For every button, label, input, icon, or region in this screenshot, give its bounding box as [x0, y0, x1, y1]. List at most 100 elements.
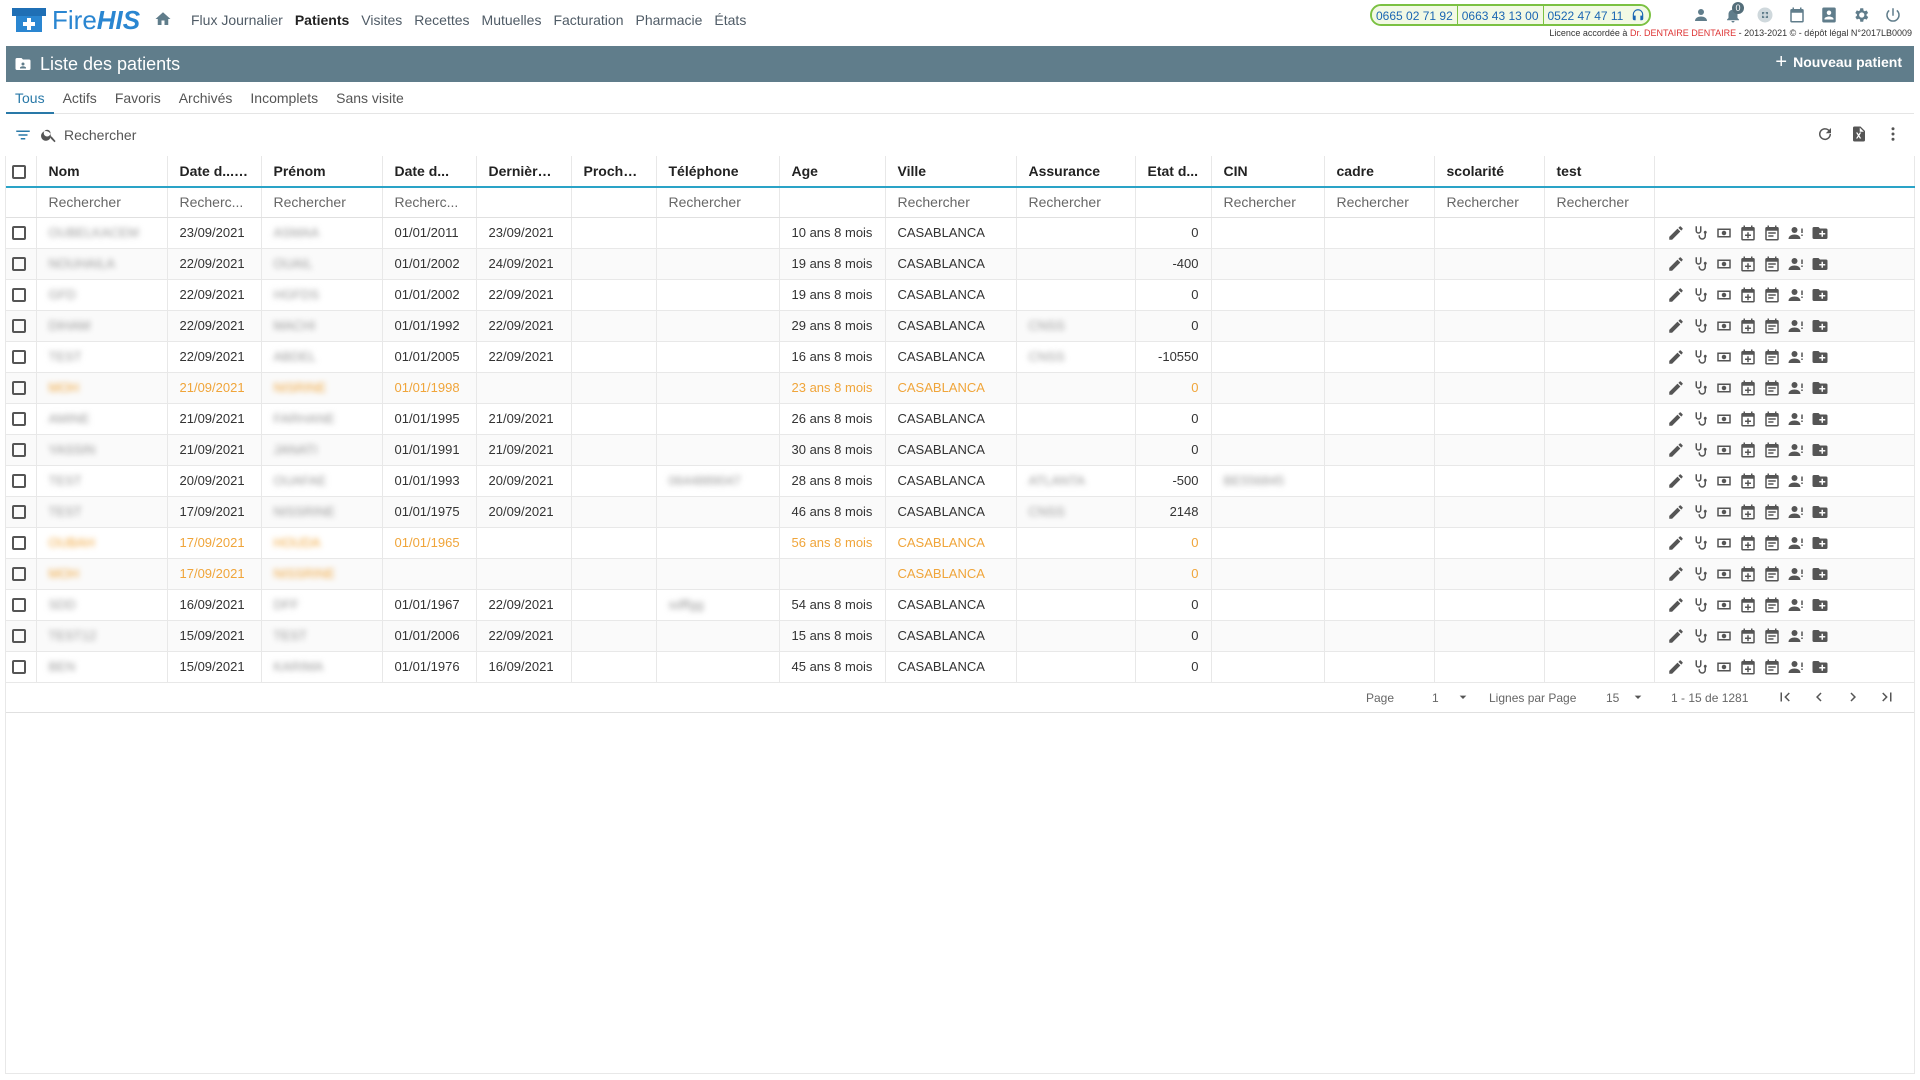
calendar-add-icon[interactable]: [1739, 255, 1757, 273]
column-filter-2[interactable]: Rechercher: [261, 187, 383, 218]
calendar-icon[interactable]: [1763, 410, 1781, 428]
stethoscope-icon[interactable]: [1691, 441, 1709, 459]
user-icon[interactable]: [1787, 503, 1805, 521]
edit-icon[interactable]: [1667, 596, 1685, 614]
row-checkbox[interactable]: [12, 257, 26, 272]
table-row[interactable]: TEST12 15/09/2021 TEST 01/01/2006 22/09/2021…: [6, 620, 1915, 651]
column-header-9[interactable]: Assurance: [1016, 156, 1136, 187]
payment-icon[interactable]: [1715, 472, 1733, 490]
more-vert-icon[interactable]: [1884, 125, 1902, 143]
calendar-add-icon[interactable]: [1739, 317, 1757, 335]
column-header-0[interactable]: Nom: [36, 156, 168, 187]
row-checkbox[interactable]: [12, 567, 26, 582]
calendar-add-icon[interactable]: [1739, 224, 1757, 242]
tab-0[interactable]: Tous: [6, 82, 54, 114]
calendar-icon[interactable]: [1763, 503, 1781, 521]
user-icon[interactable]: [1787, 627, 1805, 645]
column-header-4[interactable]: Dernière ...: [476, 156, 572, 187]
folder-add-icon[interactable]: [1811, 565, 1829, 583]
prev-page-icon[interactable]: [1810, 688, 1828, 706]
column-filter-9[interactable]: Rechercher: [1016, 187, 1136, 218]
edit-icon[interactable]: [1667, 410, 1685, 428]
table-row[interactable]: TEST 20/09/2021 OUAFAE 01/01/1993 20/09/2021…: [6, 465, 1915, 496]
headset-icon[interactable]: [1627, 6, 1650, 24]
edit-icon[interactable]: [1667, 441, 1685, 459]
user-icon[interactable]: [1787, 534, 1805, 552]
calendar-icon[interactable]: [1763, 348, 1781, 366]
tab-3[interactable]: Archivés: [170, 82, 242, 114]
column-header-14[interactable]: test: [1544, 156, 1655, 187]
first-page-icon[interactable]: [1776, 688, 1794, 706]
table-row[interactable]: OUBAH 17/09/2021 HOUDA 01/01/1965 56 ans 8 m…: [6, 527, 1915, 558]
nav-item-7[interactable]: États: [708, 12, 752, 28]
calendar-icon[interactable]: [1763, 286, 1781, 304]
select-all-checkbox[interactable]: [12, 165, 26, 180]
new-patient-button[interactable]: + Nouveau patient: [1775, 52, 1902, 72]
calendar-add-icon[interactable]: [1739, 534, 1757, 552]
refresh-icon[interactable]: [1816, 125, 1834, 143]
nav-item-1[interactable]: Patients: [289, 12, 355, 28]
table-row[interactable]: NOUHAILA 22/09/2021 OUAIL 01/01/2002 24/09/2…: [6, 248, 1915, 279]
tab-5[interactable]: Sans visite: [327, 82, 413, 114]
payment-icon[interactable]: [1715, 503, 1733, 521]
folder-add-icon[interactable]: [1811, 410, 1829, 428]
user-icon[interactable]: [1787, 379, 1805, 397]
power-icon[interactable]: [1882, 4, 1904, 26]
row-checkbox[interactable]: [12, 319, 26, 334]
calendar-icon[interactable]: [1763, 565, 1781, 583]
export-excel-icon[interactable]: [1850, 125, 1868, 143]
stethoscope-icon[interactable]: [1691, 503, 1709, 521]
calendar-icon[interactable]: [1763, 441, 1781, 459]
row-checkbox[interactable]: [12, 226, 26, 241]
payment-icon[interactable]: [1715, 658, 1733, 676]
column-header-12[interactable]: cadre: [1324, 156, 1435, 187]
calendar-icon[interactable]: [1786, 4, 1808, 26]
user-icon[interactable]: [1787, 658, 1805, 676]
calendar-add-icon[interactable]: [1739, 627, 1757, 645]
column-header-1[interactable]: Date d...: [167, 156, 262, 187]
stethoscope-icon[interactable]: [1691, 472, 1709, 490]
contacts-icon[interactable]: [1818, 4, 1840, 26]
row-checkbox[interactable]: [12, 505, 26, 520]
payment-icon[interactable]: [1715, 317, 1733, 335]
payment-icon[interactable]: [1715, 441, 1733, 459]
column-header-10[interactable]: Etat d...: [1135, 156, 1212, 187]
table-row[interactable]: OUBELKACEM 23/09/2021 ASMAA 01/01/2011 23/09…: [6, 217, 1915, 248]
calendar-add-icon[interactable]: [1739, 379, 1757, 397]
calendar-icon[interactable]: [1763, 224, 1781, 242]
calendar-icon[interactable]: [1763, 658, 1781, 676]
rows-per-page-dropdown-icon[interactable]: [1630, 689, 1646, 705]
edit-icon[interactable]: [1667, 224, 1685, 242]
column-header-8[interactable]: Ville: [885, 156, 1017, 187]
row-checkbox[interactable]: [12, 350, 26, 365]
account-icon[interactable]: [1690, 4, 1712, 26]
calendar-icon[interactable]: [1763, 255, 1781, 273]
table-row[interactable]: TEST 17/09/2021 NISSRINE 01/01/1975 20/09/20…: [6, 496, 1915, 527]
calendar-add-icon[interactable]: [1739, 441, 1757, 459]
phone-2[interactable]: 0663 43 13 00: [1457, 6, 1544, 24]
home-icon[interactable]: [154, 10, 172, 28]
nav-item-4[interactable]: Mutuelles: [476, 12, 548, 28]
nav-item-6[interactable]: Pharmacie: [630, 12, 709, 28]
column-filter-0[interactable]: Rechercher: [36, 187, 168, 218]
column-filter-1[interactable]: Recherc...: [167, 187, 262, 218]
page-dropdown-icon[interactable]: [1455, 689, 1471, 705]
row-checkbox[interactable]: [12, 660, 26, 675]
column-header-13[interactable]: scolarité: [1434, 156, 1545, 187]
folder-add-icon[interactable]: [1811, 224, 1829, 242]
user-icon[interactable]: [1787, 255, 1805, 273]
calendar-add-icon[interactable]: [1739, 565, 1757, 583]
rows-per-page-value[interactable]: 15: [1606, 691, 1619, 705]
edit-icon[interactable]: [1667, 317, 1685, 335]
column-filter-6[interactable]: Rechercher: [656, 187, 780, 218]
edit-icon[interactable]: [1667, 255, 1685, 273]
calendar-add-icon[interactable]: [1739, 503, 1757, 521]
tab-4[interactable]: Incomplets: [241, 82, 327, 114]
nav-item-2[interactable]: Visites: [355, 12, 408, 28]
column-header-6[interactable]: Téléphone: [656, 156, 780, 187]
table-row[interactable]: GFD 22/09/2021 HGFDS 01/01/2002 22/09/2021 19…: [6, 279, 1915, 310]
row-checkbox[interactable]: [12, 412, 26, 427]
nav-item-5[interactable]: Facturation: [547, 12, 629, 28]
stethoscope-icon[interactable]: [1691, 534, 1709, 552]
edit-icon[interactable]: [1667, 658, 1685, 676]
